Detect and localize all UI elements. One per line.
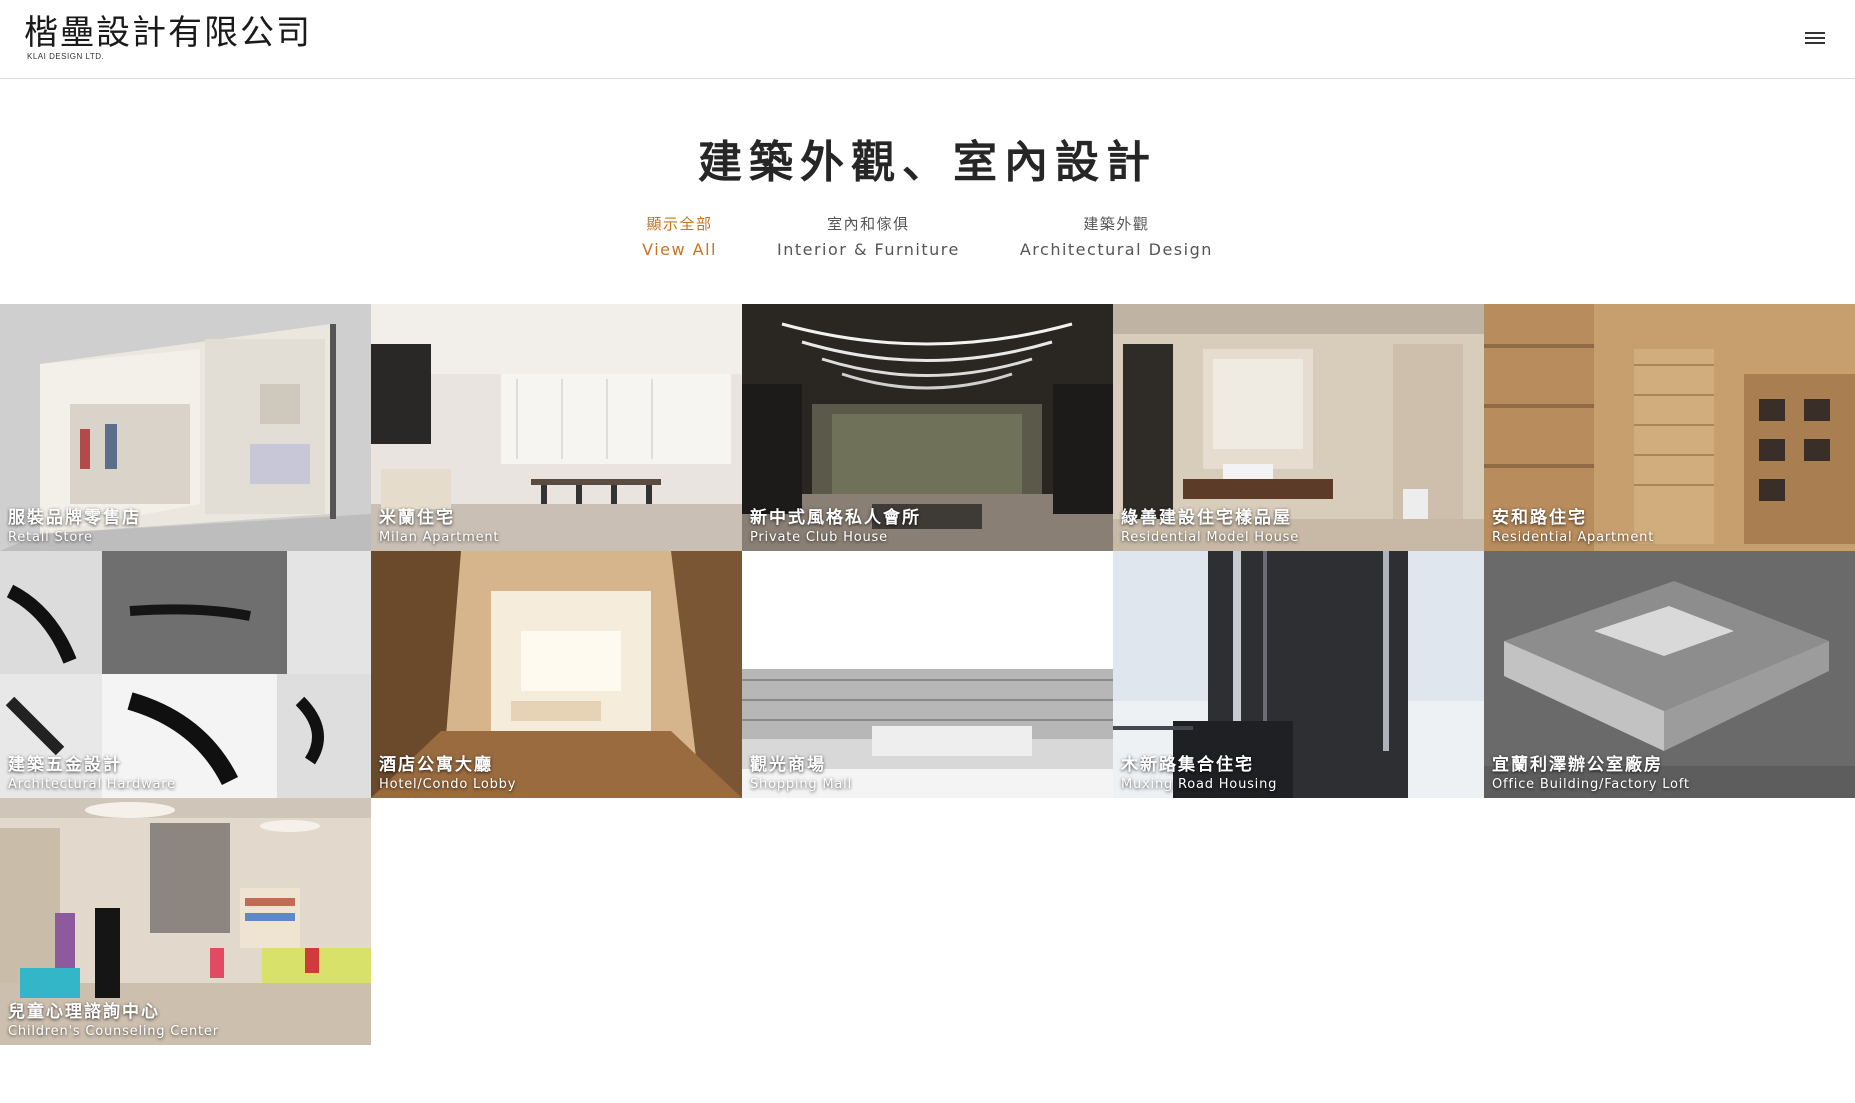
project-caption: 兒童心理諮詢中心 Children's Counseling Center xyxy=(8,1001,219,1040)
project-title-en: Residential Apartment xyxy=(1492,530,1655,545)
logo[interactable]: 楷壘設計有限公司 KLAI DESIGN LTD. xyxy=(24,14,312,61)
page-title: 建築外觀、室內設計 xyxy=(698,137,1157,188)
project-title-cn: 安和路住宅 xyxy=(1492,508,1587,528)
category-filters: 顯示全部 View All 室內和傢俱 Interior & Furniture… xyxy=(0,212,1855,262)
logo-text-en: KLAI DESIGN LTD. xyxy=(27,52,105,61)
project-title-en: Office Building/Factory Loft xyxy=(1492,777,1690,792)
filter-interior-furniture[interactable]: 室內和傢俱 Interior & Furniture xyxy=(777,212,960,262)
project-caption: 建築五金設計 Architectural Hardware xyxy=(8,754,176,793)
project-title-en: Retail Store xyxy=(8,530,93,545)
project-tile-shopping-mall[interactable]: 觀光商場 Shopping Mall xyxy=(742,551,1113,798)
project-tile-childrens-counseling-center[interactable]: 兒童心理諮詢中心 Children's Counseling Center xyxy=(0,798,371,1045)
project-title-en: Private Club House xyxy=(750,530,888,545)
project-title-en: Muxing Road Housing xyxy=(1121,777,1278,792)
project-title-en: Children's Counseling Center xyxy=(8,1024,219,1039)
project-caption: 酒店公寓大廳 Hotel/Condo Lobby xyxy=(379,754,516,793)
project-title-cn: 綠善建設住宅樣品屋 xyxy=(1121,508,1292,528)
project-title-en: Residential Model House xyxy=(1121,530,1300,545)
project-title-cn: 觀光商場 xyxy=(750,755,826,775)
project-tile-architectural-hardware[interactable]: 建築五金設計 Architectural Hardware xyxy=(0,551,371,798)
project-caption: 綠善建設住宅樣品屋 Residential Model House xyxy=(1121,507,1299,546)
project-title-cn: 酒店公寓大廳 xyxy=(379,755,493,775)
filter-architectural-design[interactable]: 建築外觀 Architectural Design xyxy=(1020,212,1213,262)
project-tile-retail-store[interactable]: 服裝品牌零售店 Retail Store xyxy=(0,304,371,551)
project-title-cn: 宜蘭利澤辦公室廠房 xyxy=(1492,755,1663,775)
project-caption: 宜蘭利澤辦公室廠房 Office Building/Factory Loft xyxy=(1492,754,1690,793)
project-caption: 新中式風格私人會所 Private Club House xyxy=(750,507,921,546)
project-title-cn: 服裝品牌零售店 xyxy=(8,508,141,528)
filter-view-all[interactable]: 顯示全部 View All xyxy=(642,212,717,262)
project-caption: 觀光商場 Shopping Mall xyxy=(750,754,852,793)
project-title-cn: 建築五金設計 xyxy=(8,755,122,775)
project-tile-residential-model-house[interactable]: 綠善建設住宅樣品屋 Residential Model House xyxy=(1113,304,1484,551)
project-title-en: Hotel/Condo Lobby xyxy=(379,777,517,792)
project-tile-office-building-factory-loft[interactable]: 宜蘭利澤辦公室廠房 Office Building/Factory Loft xyxy=(1484,551,1855,798)
project-title-cn: 米蘭住宅 xyxy=(379,508,455,528)
project-title-cn: 兒童心理諮詢中心 xyxy=(8,1002,160,1022)
project-caption: 木新路集合住宅 Muxing Road Housing xyxy=(1121,754,1277,793)
project-tile-milan-apartment[interactable]: 米蘭住宅 Milan Apartment xyxy=(371,304,742,551)
filter-label-cn: 室內和傢俱 xyxy=(827,215,910,233)
project-tile-muxing-road-housing[interactable]: 木新路集合住宅 Muxing Road Housing xyxy=(1113,551,1484,798)
filter-label-en: View All xyxy=(642,240,717,259)
project-title-cn: 木新路集合住宅 xyxy=(1121,755,1254,775)
hamburger-icon[interactable] xyxy=(1805,30,1827,46)
project-title-en: Milan Apartment xyxy=(379,530,500,545)
logo-text-cn: 楷壘設計有限公司 xyxy=(24,13,312,53)
filter-label-en: Architectural Design xyxy=(1019,240,1213,259)
project-tile-residential-apartment[interactable]: 安和路住宅 Residential Apartment xyxy=(1484,304,1855,551)
project-grid: 服裝品牌零售店 Retail Store 米蘭住宅 Milan Apartmen… xyxy=(0,304,1855,1045)
project-caption: 米蘭住宅 Milan Apartment xyxy=(379,507,499,546)
project-title-en: Shopping Mall xyxy=(750,777,852,792)
project-title-cn: 新中式風格私人會所 xyxy=(750,508,921,528)
project-tile-private-club-house[interactable]: 新中式風格私人會所 Private Club House xyxy=(742,304,1113,551)
filter-label-en: Interior & Furniture xyxy=(776,240,960,259)
filter-label-cn: 顯示全部 xyxy=(646,215,713,233)
project-tile-hotel-condo-lobby[interactable]: 酒店公寓大廳 Hotel/Condo Lobby xyxy=(371,551,742,798)
site-header: 楷壘設計有限公司 KLAI DESIGN LTD. xyxy=(0,0,1855,79)
filter-label-cn: 建築外觀 xyxy=(1083,215,1150,233)
project-caption: 服裝品牌零售店 Retail Store xyxy=(8,507,141,546)
project-caption: 安和路住宅 Residential Apartment xyxy=(1492,507,1654,546)
project-title-en: Architectural Hardware xyxy=(8,777,176,792)
